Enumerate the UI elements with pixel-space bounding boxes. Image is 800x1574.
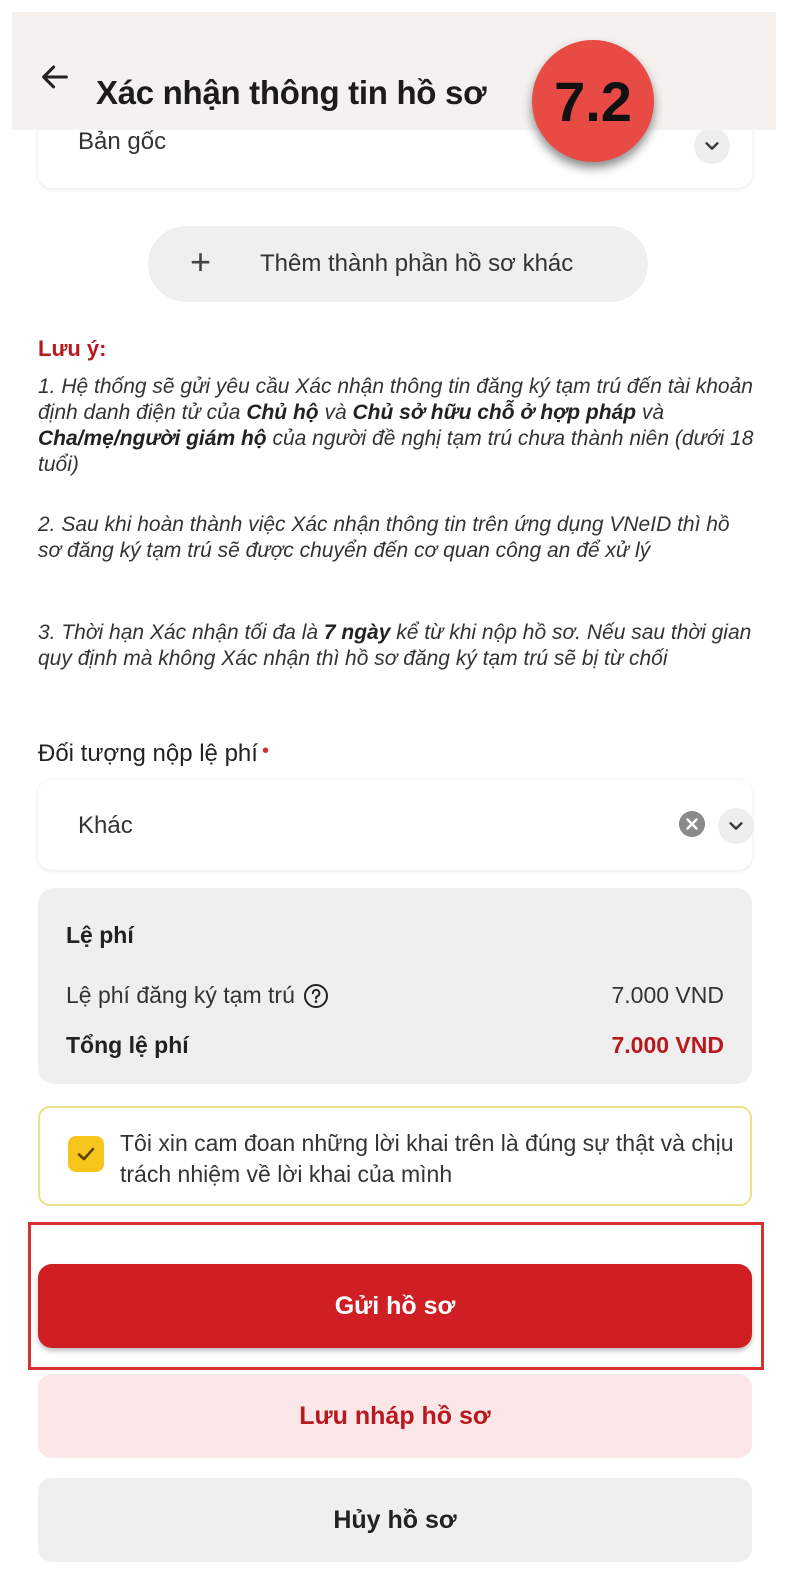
page-title: Xác nhận thông tin hồ sơ xyxy=(96,74,487,111)
fee-row-label: Lệ phí đăng ký tạm trú xyxy=(66,982,329,1009)
note-title: Lưu ý: xyxy=(38,336,107,361)
add-document-component-button[interactable]: + Thêm thành phần hồ sơ khác xyxy=(148,226,648,302)
cancel-button[interactable]: Hủy hồ sơ xyxy=(38,1478,752,1562)
page: Bản gốc Xác nhận thông tin hồ sơ 7.2 + T… xyxy=(0,0,800,1574)
plus-icon: + xyxy=(190,241,212,282)
arrow-left-icon xyxy=(42,65,68,89)
fee-payer-select[interactable]: Khác xyxy=(38,780,754,870)
app-header: Xác nhận thông tin hồ sơ xyxy=(12,12,776,130)
step-badge: 7.2 xyxy=(532,40,654,162)
fee-summary: Lệ phí Lệ phí đăng ký tạm trú 7.000 VND … xyxy=(38,888,752,1084)
fee-payer-label-text: Đối tượng nộp lệ phí xyxy=(38,740,258,767)
document-type-value: Bản gốc xyxy=(78,128,167,155)
commitment-checkbox[interactable] xyxy=(68,1136,104,1172)
fee-row-value: 7.000 VND xyxy=(611,982,724,1008)
note-bold: Chủ sở hữu chỗ ở hợp pháp xyxy=(352,401,637,424)
note-item-2: 2. Sau khi hoàn thành việc Xác nhận thôn… xyxy=(38,513,730,562)
fee-title: Lệ phí xyxy=(66,922,134,948)
note-item-3: 3. Thời hạn Xác nhận tối đa là 7 ngày kể… xyxy=(38,620,758,672)
total-fee-label: Tổng lệ phí xyxy=(66,1032,189,1058)
help-circle-icon[interactable] xyxy=(303,983,329,1009)
note-text: và xyxy=(318,401,353,424)
note-text: và xyxy=(636,401,665,424)
check-icon xyxy=(77,1147,95,1161)
note-bold: Cha/mẹ/người giám hộ xyxy=(38,427,267,450)
note-bold: 7 ngày xyxy=(323,621,391,644)
fee-payer-label: Đối tượng nộp lệ phí • xyxy=(38,740,269,768)
fee-row-label-text: Lệ phí đăng ký tạm trú xyxy=(66,982,295,1008)
submit-button[interactable]: Gửi hồ sơ xyxy=(38,1264,752,1348)
back-button[interactable] xyxy=(38,60,78,100)
note-item-1: 1. Hệ thống sẽ gửi yêu cầu Xác nhận thôn… xyxy=(38,374,758,478)
add-document-component-label: Thêm thành phần hồ sơ khác xyxy=(260,250,574,277)
clear-icon[interactable] xyxy=(678,810,706,838)
chevron-down-icon[interactable] xyxy=(718,808,754,844)
save-draft-button[interactable]: Lưu nháp hồ sơ xyxy=(38,1374,752,1458)
total-fee-value: 7.000 VND xyxy=(611,1032,724,1058)
commitment-box: Tôi xin cam đoan những lời khai trên là … xyxy=(38,1106,752,1206)
required-mark: • xyxy=(261,740,269,762)
chevron-down-icon[interactable] xyxy=(694,128,730,164)
note-bold: Chủ hộ xyxy=(246,401,319,424)
app-screen: Bản gốc Xác nhận thông tin hồ sơ 7.2 + T… xyxy=(12,12,776,1568)
note-text: 3. Thời hạn Xác nhận tối đa là xyxy=(38,621,324,644)
commitment-text: Tôi xin cam đoan những lời khai trên là … xyxy=(120,1130,734,1187)
fee-payer-value: Khác xyxy=(78,812,133,839)
